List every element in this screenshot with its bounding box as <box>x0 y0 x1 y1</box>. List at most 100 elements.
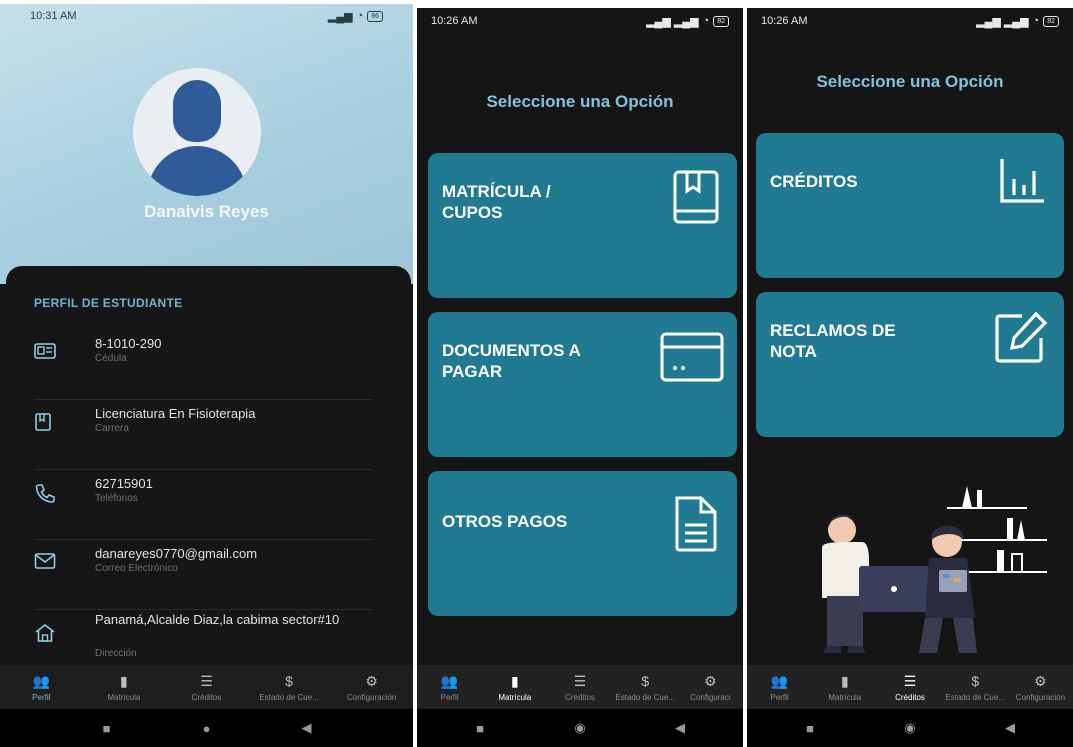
home-button[interactable]: ◉ <box>570 720 590 736</box>
option-label: RECLAMOS DE NOTA <box>770 321 896 361</box>
page-title: Seleccione una Opción <box>816 72 1004 91</box>
nav-item-perfil[interactable]: 👥 Perfil <box>417 665 482 709</box>
nav-label: Matrícula <box>107 693 141 702</box>
telefonos-value: 62715901 <box>95 476 153 491</box>
status-bar: 10:26 AM ▂▄▆ ▂▄▆ ◔ 82 <box>417 8 743 34</box>
wifi-icon: ◔ <box>1032 15 1040 27</box>
book-icon: ▮ <box>120 673 128 689</box>
option-creditos[interactable]: CRÉDITOS <box>756 133 1064 278</box>
status-time: 10:26 AM <box>761 15 808 27</box>
cedula-label: Cédula <box>95 353 127 364</box>
nav-label: Estado de Cue... <box>259 693 319 702</box>
recents-button[interactable]: ■ <box>470 721 490 736</box>
id-card-icon <box>34 342 56 362</box>
battery-icon: 82 <box>713 15 729 27</box>
book-icon: ▮ <box>510 673 519 689</box>
option-reclamos-nota[interactable]: RECLAMOS DE NOTA <box>756 292 1064 437</box>
list-icon: ☰ <box>903 673 917 689</box>
gear-icon: ⚙ <box>1034 673 1047 689</box>
option-matricula-cupos[interactable]: MATRÍCULA / CUPOS <box>428 153 737 298</box>
page-title: Seleccione una Opción <box>486 92 674 111</box>
students-illustration <box>807 478 1047 658</box>
carrera-value: Licenciatura En Fisioterapia <box>95 406 256 421</box>
nav-item-creditos[interactable]: ☰ Créditos <box>877 665 942 709</box>
nav-item-configuracion[interactable]: ⚙ Configuraci <box>678 665 743 709</box>
users-icon: 👥 <box>32 673 51 689</box>
recents-button[interactable]: ■ <box>800 721 820 736</box>
option-label: DOCUMENTOS A PAGAR <box>442 341 581 381</box>
nav-item-creditos[interactable]: ☰ Créditos <box>547 665 612 709</box>
matricula-screen: 10:26 AM ▂▄▆ ▂▄▆ ◔ 82 Seleccione una Opc… <box>417 8 743 747</box>
carrera-label: Carrera <box>95 423 129 434</box>
system-nav-bar: ■ ◉ ◀ <box>747 709 1073 747</box>
avatar-head <box>173 80 221 142</box>
credit-card-icon <box>659 328 725 384</box>
creditos-screen: 10:26 AM ▂▄▆ ▂▄▆ ◔ 82 Seleccione una Opc… <box>747 8 1073 747</box>
nav-item-configuracion[interactable]: ⚙ Configuración <box>1008 665 1073 709</box>
info-row-correo: danareyes0770@gmail.com Correo Electróni… <box>34 546 373 610</box>
correo-label: Correo Electrónico <box>95 563 178 574</box>
home-button[interactable]: ◉ <box>900 720 920 736</box>
bottom-nav: 👥 Perfil ▮ Matrícula ☰ Créditos $ Estado… <box>747 665 1073 709</box>
envelope-icon <box>34 552 56 572</box>
info-row-carrera: Licenciatura En Fisioterapia Carrera <box>34 406 373 470</box>
nav-label: Perfil <box>770 693 789 702</box>
dollar-icon: $ <box>971 673 980 689</box>
dollar-icon: $ <box>285 673 293 689</box>
bottom-nav: 👥 Perfil ▮ Matrícula ☰ Créditos $ Estado… <box>0 665 413 709</box>
battery-icon: 86 <box>367 10 383 22</box>
nav-item-estado[interactable]: $ Estado de Cue... <box>943 665 1008 709</box>
nav-label: Créditos <box>895 693 925 702</box>
nav-label: Configuración <box>1015 693 1066 702</box>
recents-button[interactable]: ■ <box>97 721 117 736</box>
back-button[interactable]: ◀ <box>297 720 317 736</box>
gear-icon: ⚙ <box>365 673 378 689</box>
option-label: MATRÍCULA / CUPOS <box>442 182 551 222</box>
back-button[interactable]: ◀ <box>670 720 690 736</box>
nav-item-matricula[interactable]: ▮ Matrícula <box>812 665 877 709</box>
book-icon <box>34 412 54 432</box>
section-title: PERFIL DE ESTUDIANTE <box>34 296 183 310</box>
signal-icon: ▂▄▆ ▂▄▆ <box>976 15 1029 28</box>
nav-label: Perfil <box>440 693 459 702</box>
nav-item-creditos[interactable]: ☰ Créditos <box>165 665 248 709</box>
edit-icon <box>992 310 1050 366</box>
nav-label: Configuración <box>346 693 397 702</box>
cedula-value: 8-1010-290 <box>95 336 162 351</box>
status-icons: ▂▄▆ ▂▄▆ ◔ 82 <box>976 15 1059 28</box>
direccion-value: Panamá,Alcalde Diaz,la cabima sector#10 <box>95 612 340 627</box>
avatar <box>133 68 261 196</box>
nav-item-matricula[interactable]: ▮ Matrícula <box>482 665 547 709</box>
nav-label: Créditos <box>565 693 595 702</box>
status-time: 10:31 AM <box>30 10 77 22</box>
info-row-direccion: Panamá,Alcalde Diaz,la cabima sector#10 … <box>34 612 353 662</box>
nav-label: Estado de Cue... <box>945 693 1005 702</box>
home-button[interactable]: ● <box>197 721 217 736</box>
book-icon: ▮ <box>840 673 849 689</box>
users-icon: 👥 <box>770 673 789 689</box>
nav-label: Estado de Cue... <box>615 693 675 702</box>
nav-label: Perfil <box>32 693 51 702</box>
nav-label: Matrícula <box>498 693 532 702</box>
nav-item-configuracion[interactable]: ⚙ Configuración <box>330 665 413 709</box>
nav-item-perfil[interactable]: 👥 Perfil <box>747 665 812 709</box>
signal-icon: ▂▄▆ ▂▄▆ <box>646 15 699 28</box>
option-otros-pagos[interactable]: OTROS PAGOS <box>428 471 737 616</box>
nav-item-matricula[interactable]: ▮ Matrícula <box>83 665 166 709</box>
wifi-icon: ◔ <box>702 15 710 27</box>
profile-name: Danaivis Reyes <box>144 202 269 221</box>
nav-item-perfil[interactable]: 👥 Perfil <box>0 665 83 709</box>
dollar-icon: $ <box>641 673 650 689</box>
option-documentos-pagar[interactable]: DOCUMENTOS A PAGAR <box>428 312 737 457</box>
nav-item-estado[interactable]: $ Estado de Cue... <box>613 665 678 709</box>
status-bar: 10:31 AM ▂▄▆ ◔ 86 <box>0 4 413 28</box>
list-icon: ☰ <box>573 673 587 689</box>
nav-item-estado[interactable]: $ Estado de Cue... <box>248 665 331 709</box>
bar-chart-icon <box>996 153 1050 209</box>
info-row-cedula: 8-1010-290 Cédula <box>34 336 373 400</box>
status-icons: ▂▄▆ ▂▄▆ ◔ 82 <box>646 15 729 28</box>
wifi-icon: ◔ <box>356 10 364 22</box>
back-button[interactable]: ◀ <box>1000 720 1020 736</box>
avatar-body <box>147 146 247 196</box>
nav-label: Matrícula <box>828 693 862 702</box>
